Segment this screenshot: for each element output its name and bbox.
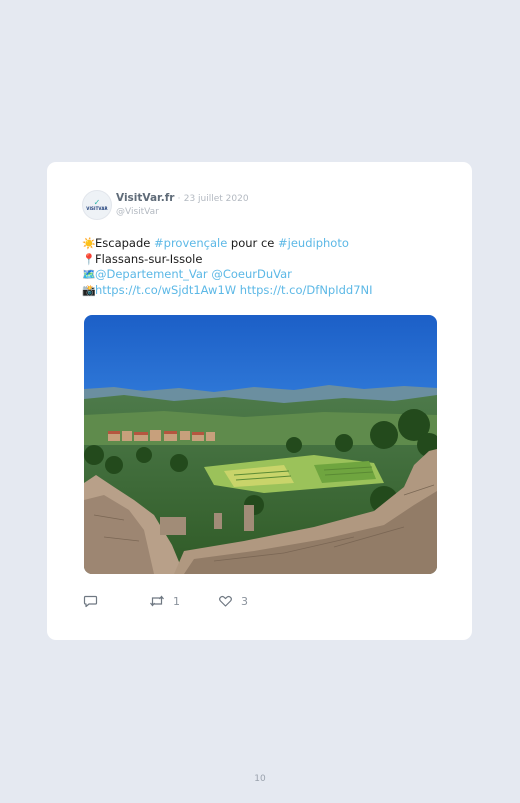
map-icon: 🗺️ bbox=[82, 268, 96, 281]
tweet-line: 🗺️@Departement_Var @CoeurDuVar bbox=[82, 267, 442, 283]
landscape-photo-illustration bbox=[84, 315, 437, 574]
page-number: 10 bbox=[254, 774, 266, 784]
header-separator: · bbox=[177, 194, 181, 204]
retweet-count: 1 bbox=[173, 594, 180, 608]
sun-icon: ☀️ bbox=[82, 237, 96, 250]
url-link[interactable]: https://t.co/wSjdt1Aw1W bbox=[95, 283, 236, 297]
mention-link[interactable]: @CoeurDuVar bbox=[211, 267, 292, 281]
author-name[interactable]: VisitVar.fr bbox=[116, 192, 174, 204]
hashtag-link[interactable]: #provençale bbox=[154, 236, 227, 250]
camera-icon: 📸 bbox=[82, 283, 96, 297]
check-logo-icon: ✓ bbox=[93, 198, 101, 207]
avatar-logo-text: VISITVAR bbox=[86, 206, 108, 211]
tweet-card: ✓ VISITVAR VisitVar.fr · 23 juillet 2020… bbox=[47, 162, 472, 640]
mention-link[interactable]: @Departement_Var bbox=[95, 267, 208, 281]
url-link[interactable]: https://t.co/DfNpIdd7NI bbox=[240, 283, 373, 297]
pin-icon: 📍 bbox=[82, 252, 96, 266]
tweet-text-segment: Escapade bbox=[95, 236, 155, 250]
tweet-text-segment: Flassans-sur-Issole bbox=[95, 251, 203, 266]
tweet-header: VisitVar.fr · 23 juillet 2020 @VisitVar bbox=[116, 191, 249, 219]
tweet-text: ☀️Escapade #provençale pour ce #jeudipho… bbox=[82, 236, 442, 298]
tweet-line: 📸https://t.co/wSjdt1Aw1W https://t.co/Df… bbox=[82, 283, 442, 299]
heart-icon bbox=[219, 595, 232, 607]
like-count: 3 bbox=[241, 594, 248, 608]
retweet-button[interactable]: 1 bbox=[149, 594, 180, 608]
retweet-icon bbox=[150, 595, 164, 607]
tweet-text-segment: pour ce bbox=[227, 236, 278, 250]
tweet-photo[interactable] bbox=[84, 315, 437, 574]
reply-button[interactable] bbox=[83, 594, 106, 608]
author-handle[interactable]: @VisitVar bbox=[116, 206, 249, 219]
tweet-date[interactable]: 23 juillet 2020 bbox=[184, 194, 249, 204]
tweet-actions: 1 3 bbox=[83, 594, 443, 612]
like-button[interactable]: 3 bbox=[218, 594, 248, 608]
reply-icon bbox=[83, 595, 98, 608]
tweet-line: 📍Flassans-sur-Issole bbox=[82, 252, 442, 268]
avatar[interactable]: ✓ VISITVAR bbox=[82, 190, 112, 220]
hashtag-link[interactable]: #jeudiphoto bbox=[278, 236, 349, 250]
tweet-line: ☀️Escapade #provençale pour ce #jeudipho… bbox=[82, 236, 442, 252]
